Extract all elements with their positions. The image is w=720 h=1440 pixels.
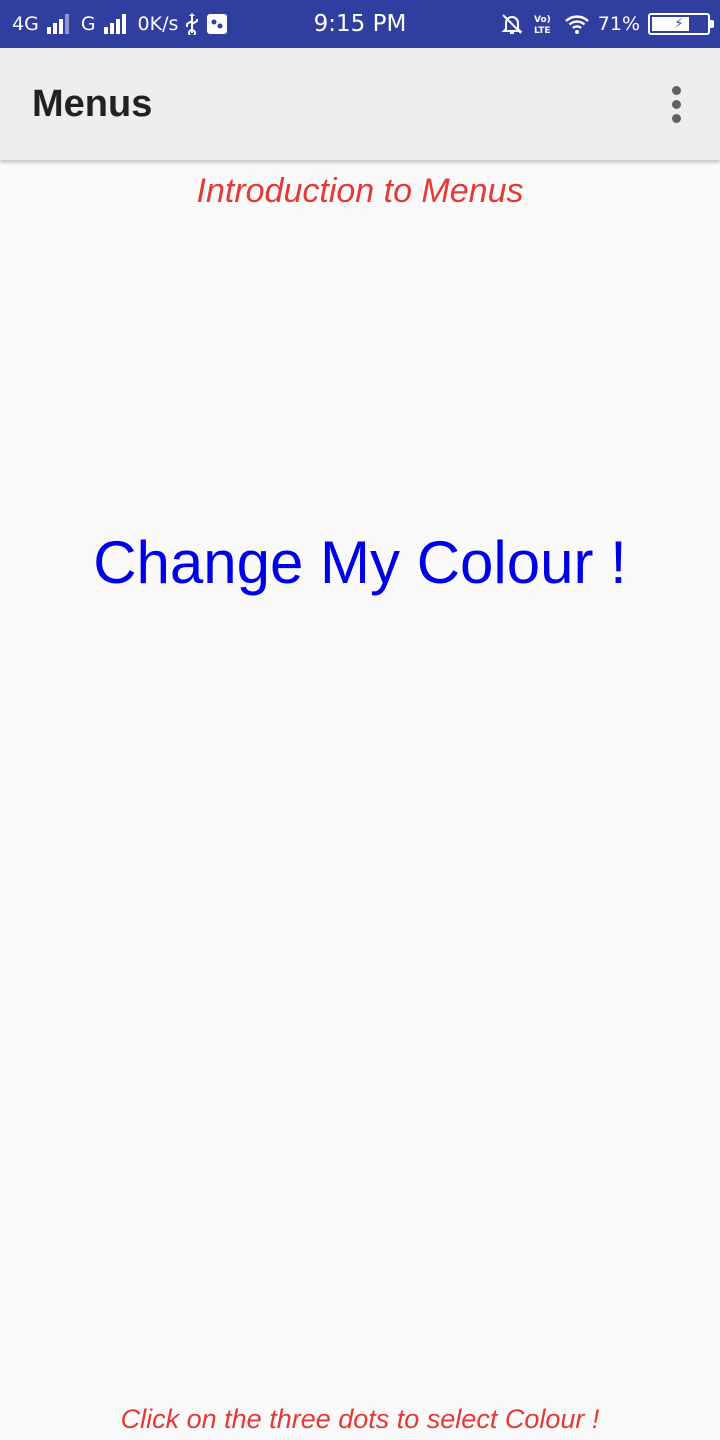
- three-dots-vertical-icon: [671, 85, 681, 95]
- svg-text:Vo): Vo): [534, 15, 551, 25]
- network-type-label-2: G: [80, 13, 96, 35]
- charging-bolt-icon: ⚡: [674, 16, 684, 32]
- app-bar: Menus: [0, 48, 720, 160]
- network-type-label: 4G: [12, 13, 39, 35]
- mute-icon: [500, 12, 524, 36]
- battery-level-fill: [652, 17, 690, 31]
- app-title: Menus: [32, 83, 153, 125]
- change-colour-text: Change My Colour !: [93, 529, 627, 596]
- intro-heading: Introduction to Menus: [196, 172, 524, 210]
- battery-percent-label: 71%: [597, 13, 640, 35]
- data-speed-label: 0K/s: [137, 13, 179, 35]
- signal-icon: [46, 14, 69, 34]
- volte-icon: Vo) LTE: [532, 12, 556, 36]
- wifi-icon: [564, 13, 590, 35]
- battery-icon: ⚡: [648, 13, 714, 35]
- instruction-text: Click on the three dots to select Colour…: [120, 1404, 600, 1434]
- svg-text:LTE: LTE: [534, 26, 551, 36]
- status-bar: 4G G 0K/s 9:15 PM Vo) LTE 71% ⚡: [0, 0, 720, 48]
- sdk-icon: [206, 13, 228, 35]
- overflow-menu-button[interactable]: [652, 76, 700, 132]
- usb-icon: [184, 13, 200, 35]
- status-bar-right: Vo) LTE 71% ⚡: [500, 0, 714, 48]
- status-bar-left: 4G G 0K/s: [12, 0, 228, 48]
- signal-icon-2: [103, 14, 126, 34]
